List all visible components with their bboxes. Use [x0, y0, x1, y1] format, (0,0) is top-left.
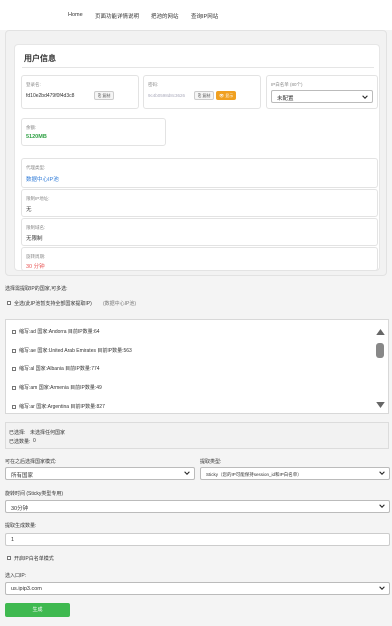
- rotation-time-select[interactable]: 30分钟: [5, 500, 390, 513]
- copy-username-button[interactable]: ⎘ 复制: [94, 91, 115, 100]
- country-mode-value: 所有国家: [11, 473, 34, 479]
- balance-label: 余额:: [26, 125, 37, 130]
- limited-ips-label: 限制IP地址:: [26, 196, 50, 201]
- count-value: 0: [33, 438, 36, 444]
- chevron-down-icon: [184, 471, 190, 475]
- extract-type-select[interactable]: Sticky（您的IP可能保持session_id和IP白名单）: [200, 467, 390, 480]
- country-mode-select[interactable]: 所有国家: [5, 467, 195, 480]
- ip-whitelist-select[interactable]: 未配置: [271, 90, 373, 103]
- mode-label: 可在之后选择国家模式:: [5, 459, 57, 465]
- entry-select[interactable]: us.ipip3.com: [5, 582, 390, 595]
- ip-whitelist-box: IP白名单 (80个) 未配置: [266, 75, 378, 109]
- quantity-label: 提取生成数量:: [5, 523, 37, 529]
- rotation-time-label: 旋转时间 (Sticky类型专用): [5, 491, 64, 497]
- nav-ip-lookup[interactable]: 查询IP网站: [191, 12, 218, 20]
- ip-whitelist-value: 未配置: [277, 96, 294, 102]
- country-checkbox[interactable]: [12, 404, 16, 409]
- selected-value: 未选择任何国家: [30, 430, 66, 436]
- select-all-checkbox[interactable]: [7, 301, 11, 305]
- country-checkbox[interactable]: [12, 366, 16, 371]
- nav-home[interactable]: Home: [68, 12, 83, 18]
- scroll-down-icon[interactable]: [376, 402, 385, 408]
- country-checkbox[interactable]: [12, 348, 16, 353]
- password-value: 9c4b0598d8c3626: [148, 93, 186, 98]
- entry-label: 选入口IP:: [5, 573, 27, 579]
- list-item[interactable]: 缩写:ar 国家:Argentina 目前IP数量:827: [12, 403, 105, 410]
- copy-password-button[interactable]: ⎘ 复制: [194, 91, 215, 100]
- nav-pool-site[interactable]: 把池的网站: [151, 12, 179, 20]
- user-info-panel: 用户信息 登录名: fd10e2bd479f0f4d3c8 ⎘ 复制 密码: 9…: [14, 44, 380, 271]
- list-item[interactable]: 缩写:al 国家:Albania 目前IP数量:774: [12, 365, 100, 372]
- balance-box: 余额: 5120MB: [21, 118, 166, 146]
- list-item[interactable]: 缩写:am 国家:Armenia 目前IP数量:49: [12, 384, 102, 391]
- whitelist-mode-checkbox[interactable]: [7, 556, 11, 560]
- extract-type-value: Sticky（您的IP可能保持session_id和IP白名单）: [206, 471, 302, 477]
- extract-type-label: 提取类型:: [200, 459, 222, 465]
- limited-domains-box: 限制域名: 无限制: [21, 218, 378, 246]
- top-nav: Home 页面功能详情说明 把池的网站 查询IP网站: [0, 0, 392, 30]
- scrollbar-thumb[interactable]: [376, 343, 384, 358]
- chevron-down-icon: [379, 471, 385, 475]
- copy-icon: ⎘: [98, 93, 102, 98]
- select-all-hint: (数据中心IP池): [103, 301, 137, 307]
- chevron-down-icon: [362, 95, 368, 99]
- chevron-down-icon: [379, 504, 385, 508]
- limited-ips-value: 无: [26, 207, 32, 213]
- proxy-type-value: 数据中心IP池: [26, 177, 59, 183]
- limited-ips-box: 限制IP地址: 无: [21, 189, 378, 217]
- nav-feature-docs[interactable]: 页面功能详情说明: [95, 12, 139, 20]
- balance-value: 5120MB: [26, 134, 47, 140]
- username-label: 登录名:: [26, 82, 41, 87]
- username-box: 登录名: fd10e2bd479f0f4d3c8 ⎘ 复制: [21, 75, 139, 109]
- select-all-label[interactable]: 全选(此IP池暂支持全部国家提取IP): [14, 300, 92, 307]
- divider: [22, 67, 374, 68]
- selected-label: 已选择:: [9, 430, 26, 436]
- show-password-button[interactable]: 👁 显示: [216, 91, 237, 100]
- rotation-box: 旋转周期: 30 分钟: [21, 247, 378, 271]
- rotation-value: 30 分钟: [26, 264, 45, 270]
- list-item[interactable]: 缩写:ad 国家:Andorra 目前IP数量:64: [12, 328, 100, 335]
- limited-domains-label: 限制域名:: [26, 225, 46, 230]
- rotation-time-value: 30分钟: [11, 506, 29, 512]
- scroll-up-icon[interactable]: [376, 329, 385, 335]
- username-value: fd10e2bd479f0f4d3c8: [26, 93, 75, 99]
- password-box: 密码: 9c4b0598d8c3626 ⎘ 复制 👁 显示: [143, 75, 261, 109]
- user-info-title: 用户信息: [24, 54, 56, 63]
- list-item[interactable]: 缩写:ae 国家:United Arab Emirates 目前IP数量:563: [12, 347, 132, 354]
- ip-whitelist-label: IP白名单 (80个): [271, 82, 303, 87]
- country-section-title: 选择需提取IP的国家,可多选:: [5, 286, 68, 292]
- country-list: 缩写:ad 国家:Andorra 目前IP数量:64 缩写:ae 国家:Unit…: [5, 319, 389, 414]
- count-label: 已选数量:: [9, 439, 31, 445]
- proxy-type-label: 代理类型:: [26, 165, 46, 170]
- quantity-input[interactable]: 1: [5, 533, 390, 546]
- country-checkbox[interactable]: [12, 329, 16, 334]
- selection-status: 已选择: 未选择任何国家 已选数量: 0: [5, 422, 389, 449]
- country-checkbox[interactable]: [12, 385, 16, 390]
- user-info-card: 用户信息 登录名: fd10e2bd479f0f4d3c8 ⎘ 复制 密码: 9…: [5, 30, 387, 276]
- copy-icon: ⎘: [198, 93, 202, 98]
- whitelist-mode-label[interactable]: 开启IP白名单模式: [14, 555, 54, 562]
- generate-button[interactable]: 生成: [5, 603, 70, 617]
- password-label: 密码:: [148, 82, 159, 87]
- limited-domains-value: 无限制: [26, 236, 43, 242]
- rotation-label: 旋转周期:: [26, 254, 46, 259]
- entry-value: us.ipip3.com: [11, 586, 42, 592]
- chevron-down-icon: [379, 586, 385, 590]
- eye-icon: 👁: [219, 93, 225, 98]
- proxy-type-box: 代理类型: 数据中心IP池: [21, 158, 378, 188]
- quantity-value: 1: [11, 537, 15, 543]
